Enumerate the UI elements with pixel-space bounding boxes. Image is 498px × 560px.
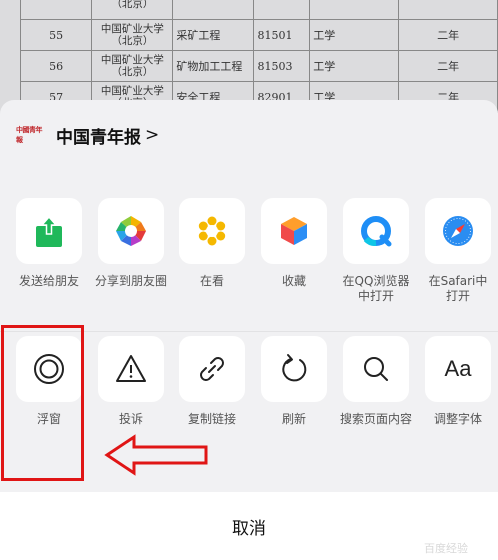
wow-button[interactable]: 在看: [174, 198, 250, 289]
wow-icon: [198, 216, 226, 246]
account-name: 中国青年报: [56, 127, 141, 148]
background-table: （北京） 55 中国矿业大学（北京） 采矿工程 81501 工学 二年 56 中…: [19, 0, 498, 113]
font-icon: Aa: [444, 356, 472, 381]
annotation-arrow-icon: [104, 434, 208, 476]
open-in-safari-button[interactable]: 在Safari中 打开: [420, 198, 496, 304]
complain-label: 投诉: [118, 412, 143, 426]
copy-link-button[interactable]: 复制链接: [174, 336, 250, 427]
favorite-label: 收藏: [281, 274, 306, 288]
watermark: 百度经验: [424, 542, 468, 555]
share-actions-row: 发送给朋友 分享到朋友圈 在看 收藏 在QQ浏览器 中打开 在Safari中 打…: [0, 198, 498, 308]
warning-icon: [116, 355, 146, 382]
share-to-moments-label: 分享到朋友圈: [94, 274, 167, 288]
open-in-safari-label: 在Safari中 打开: [428, 274, 488, 303]
cancel-label: 取消: [232, 518, 266, 539]
search-page-button[interactable]: 搜索页面内容: [338, 336, 414, 427]
share-to-friend-icon: [36, 215, 62, 247]
open-in-qq-browser-label: 在QQ浏览器 中打开: [342, 274, 410, 303]
send-to-friend-button[interactable]: 发送给朋友: [11, 198, 87, 289]
refresh-button[interactable]: 刷新: [256, 336, 332, 427]
copy-link-tile[interactable]: [179, 336, 245, 402]
moments-icon: [116, 216, 146, 246]
chevron-right-icon: >: [145, 125, 160, 145]
adjust-font-button[interactable]: Aa 调整字体: [420, 336, 496, 427]
account-header[interactable]: 中國青年報 中国青年报 >: [16, 121, 159, 149]
search-page-tile[interactable]: [343, 336, 409, 402]
open-in-qq-browser-button[interactable]: 在QQ浏览器 中打开: [338, 198, 414, 304]
refresh-icon: [282, 354, 307, 382]
search-icon: [364, 357, 388, 381]
link-icon: [200, 357, 224, 381]
newspaper-logo: 中國青年報: [16, 125, 43, 144]
wow-label: 在看: [199, 274, 224, 288]
favorite-tile[interactable]: [261, 198, 327, 264]
copy-link-label: 复制链接: [187, 412, 236, 426]
share-to-moments-button[interactable]: 分享到朋友圈: [93, 198, 169, 289]
complain-button[interactable]: 投诉: [93, 336, 169, 427]
adjust-font-label: 调整字体: [433, 412, 482, 426]
send-to-friend-tile[interactable]: [16, 198, 82, 264]
favorite-cube-icon: [281, 217, 307, 245]
table-row: （北京）: [19, 0, 498, 20]
open-in-safari-tile[interactable]: [425, 198, 491, 264]
send-to-friend-label: 发送给朋友: [18, 274, 79, 288]
adjust-font-tile[interactable]: Aa: [425, 336, 491, 402]
complain-tile[interactable]: [98, 336, 164, 402]
highlight-box: [1, 325, 84, 481]
favorite-button[interactable]: 收藏: [256, 198, 332, 289]
table-row: 56 中国矿业大学（北京） 矿物加工工程 81503 工学 二年: [19, 50, 498, 82]
share-to-moments-tile[interactable]: [98, 198, 164, 264]
safari-icon: [443, 216, 473, 246]
wow-tile[interactable]: [179, 198, 245, 264]
qq-browser-icon: [361, 216, 392, 247]
refresh-tile[interactable]: [261, 336, 327, 402]
search-page-label: 搜索页面内容: [339, 412, 412, 426]
table-row: 55 中国矿业大学（北京） 采矿工程 81501 工学 二年: [19, 19, 498, 51]
refresh-label: 刷新: [281, 412, 306, 426]
open-in-qq-browser-tile[interactable]: [343, 198, 409, 264]
